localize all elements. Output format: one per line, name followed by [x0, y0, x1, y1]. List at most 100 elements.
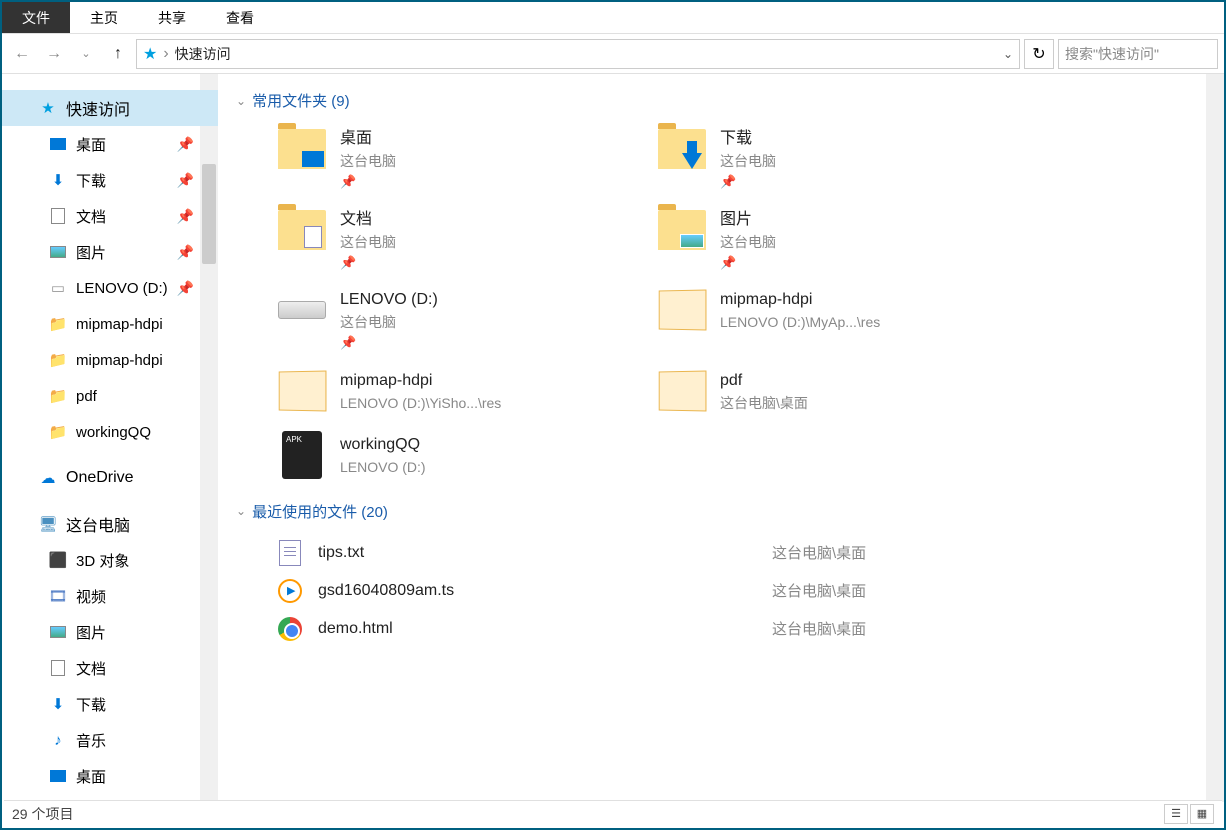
up-button[interactable]: ↑ [104, 40, 132, 68]
tile-location: 这台电脑 [720, 232, 776, 253]
address-bar[interactable]: ★ › 快速访问 ⌄ [136, 39, 1020, 69]
picture-icon [48, 622, 68, 642]
sidebar-item-pc-5[interactable]: ♪ 音乐 [2, 722, 218, 758]
folder-icon [656, 123, 708, 175]
sidebar-item-label: 视频 [76, 586, 106, 607]
pin-icon: 📌 [177, 172, 194, 189]
pin-icon: 📌 [340, 172, 396, 192]
file-icon [276, 577, 304, 605]
document-icon [48, 206, 68, 226]
view-details-button[interactable]: ☰ [1164, 804, 1188, 824]
sidebar-item-pc-1[interactable]: 🎞 视频 [2, 578, 218, 614]
pin-icon: 📌 [177, 244, 194, 261]
group-header-label: 常用文件夹 (9) [252, 90, 350, 111]
history-dropdown[interactable]: ⌄ [72, 40, 100, 68]
recent-file-0[interactable]: tips.txt 这台电脑\桌面 [276, 534, 1204, 572]
pc-icon: 🖥 [38, 514, 58, 534]
pin-icon: 📌 [720, 253, 776, 273]
sidebar-item-label: mipmap-hdpi [76, 352, 163, 369]
tab-share[interactable]: 共享 [138, 2, 206, 33]
sidebar-item-label: OneDrive [66, 469, 134, 487]
sidebar-quick-access[interactable]: ★ 快速访问 [2, 90, 218, 126]
frequent-folders-grid: 桌面 这台电脑 📌 下载 这台电脑 📌 文档 这台电脑 📌 图片 这台电脑 📌 … [236, 123, 996, 481]
sidebar-item-qa-1[interactable]: ⬇ 下载 📌 [2, 162, 218, 198]
music-icon: ♪ [48, 730, 68, 750]
folder-icon [276, 365, 328, 417]
sidebar-item-label: 图片 [76, 622, 106, 643]
folder-tile-0[interactable]: 桌面 这台电脑 📌 [276, 123, 616, 192]
search-box[interactable] [1058, 39, 1218, 69]
sidebar-item-label: 音乐 [76, 730, 106, 751]
sidebar-item-qa-2[interactable]: 文档 📌 [2, 198, 218, 234]
folder-icon: 📁 [48, 350, 68, 370]
status-text: 29 个项目 [12, 804, 73, 824]
group-recent-files[interactable]: ⌄ 最近使用的文件 (20) [236, 501, 1204, 522]
breadcrumb-separator: › [163, 45, 168, 63]
sidebar-item-pc-0[interactable]: ⬛ 3D 对象 [2, 542, 218, 578]
sidebar-item-qa-7[interactable]: 📁 pdf [2, 378, 218, 414]
folder-icon [276, 123, 328, 175]
forward-button[interactable]: → [40, 40, 68, 68]
folder-tile-6[interactable]: mipmap-hdpi LENOVO (D:)\YiSho...\res [276, 365, 616, 417]
status-bar: 29 个项目 ☰ ▦ [4, 800, 1222, 826]
disk-icon: ▭ [48, 278, 68, 298]
desktop-icon [48, 766, 68, 786]
folder-icon [656, 365, 708, 417]
sidebar-item-pc-2[interactable]: 图片 [2, 614, 218, 650]
pin-icon: 📌 [177, 136, 194, 153]
tab-home[interactable]: 主页 [70, 2, 138, 33]
tile-name: pdf [720, 369, 808, 393]
address-dropdown-icon[interactable]: ⌄ [1003, 47, 1013, 61]
folder-icon: 📁 [48, 422, 68, 442]
folder-tile-7[interactable]: pdf 这台电脑\桌面 [656, 365, 996, 417]
tab-file[interactable]: 文件 [2, 2, 70, 33]
recent-file-1[interactable]: gsd16040809am.ts 这台电脑\桌面 [276, 572, 1204, 610]
group-frequent-folders[interactable]: ⌄ 常用文件夹 (9) [236, 90, 1204, 111]
sidebar-item-label: LENOVO (D:) [76, 280, 168, 297]
sidebar-item-pc-3[interactable]: 文档 [2, 650, 218, 686]
sidebar-item-pc-4[interactable]: ⬇ 下载 [2, 686, 218, 722]
folder-tile-3[interactable]: 图片 这台电脑 📌 [656, 204, 996, 273]
recent-file-2[interactable]: demo.html 这台电脑\桌面 [276, 610, 1204, 648]
tile-location: 这台电脑 [720, 151, 776, 172]
pin-icon: 📌 [177, 208, 194, 225]
sidebar-item-qa-5[interactable]: 📁 mipmap-hdpi [2, 306, 218, 342]
sidebar-item-label: 文档 [76, 658, 106, 679]
back-button[interactable]: ← [8, 40, 36, 68]
sidebar-item-label: workingQQ [76, 424, 151, 441]
pin-icon: 📌 [340, 333, 438, 353]
search-input[interactable] [1065, 46, 1211, 62]
file-icon [276, 615, 304, 643]
content-pane: ⌄ 常用文件夹 (9) 桌面 这台电脑 📌 下载 这台电脑 📌 文档 这台电脑 … [218, 74, 1224, 802]
sidebar-onedrive[interactable]: ☁ OneDrive [2, 460, 218, 496]
folder-icon: 📁 [48, 314, 68, 334]
group-header-label: 最近使用的文件 (20) [252, 501, 388, 522]
refresh-button[interactable]: ↻ [1024, 39, 1054, 69]
download-icon: ⬇ [48, 170, 68, 190]
picture-icon [48, 242, 68, 262]
file-path: 这台电脑\桌面 [772, 542, 866, 563]
sidebar-item-qa-3[interactable]: 图片 📌 [2, 234, 218, 270]
sidebar-item-qa-4[interactable]: ▭ LENOVO (D:) 📌 [2, 270, 218, 306]
tab-view[interactable]: 查看 [206, 2, 274, 33]
folder-tile-8[interactable]: workingQQ LENOVO (D:) [276, 429, 616, 481]
view-tiles-button[interactable]: ▦ [1190, 804, 1214, 824]
content-scrollbar[interactable] [1206, 74, 1224, 802]
pin-icon: 📌 [340, 253, 396, 273]
file-name: gsd16040809am.ts [318, 582, 758, 600]
tile-location: 这台电脑 [340, 312, 438, 333]
recent-files-list: tips.txt 这台电脑\桌面 gsd16040809am.ts 这台电脑\桌… [236, 534, 1204, 648]
file-name: tips.txt [318, 544, 758, 562]
tile-name: 下载 [720, 127, 776, 151]
sidebar-item-pc-6[interactable]: 桌面 [2, 758, 218, 794]
folder-tile-2[interactable]: 文档 这台电脑 📌 [276, 204, 616, 273]
folder-tile-4[interactable]: LENOVO (D:) 这台电脑 📌 [276, 284, 616, 353]
sidebar-item-qa-8[interactable]: 📁 workingQQ [2, 414, 218, 450]
sidebar-item-qa-0[interactable]: 桌面 📌 [2, 126, 218, 162]
sidebar-item-qa-6[interactable]: 📁 mipmap-hdpi [2, 342, 218, 378]
sidebar-this-pc[interactable]: 🖥 这台电脑 [2, 506, 218, 542]
folder-tile-1[interactable]: 下载 这台电脑 📌 [656, 123, 996, 192]
folder-tile-5[interactable]: mipmap-hdpi LENOVO (D:)\MyAp...\res [656, 284, 996, 353]
sidebar-item-label: 快速访问 [66, 96, 130, 120]
tile-name: workingQQ [340, 433, 426, 457]
